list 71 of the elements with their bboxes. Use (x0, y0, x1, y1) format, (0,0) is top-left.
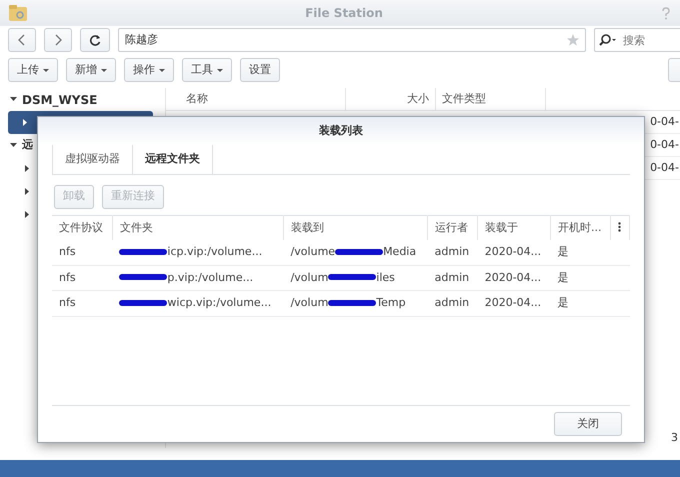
back-button[interactable] (8, 28, 36, 52)
table-cell: 2020-04... (478, 290, 550, 316)
refresh-button[interactable] (80, 28, 110, 52)
folder-path: wicp.vip:/volume... (167, 296, 272, 309)
caret-icon (22, 119, 28, 126)
more-icon[interactable] (618, 222, 622, 232)
table-cell: nfs (52, 265, 112, 290)
column-header[interactable]: 文件类型 (436, 88, 546, 110)
toolbar-button[interactable]: 操作 (124, 58, 174, 82)
toolbar-button[interactable]: 设置 (240, 58, 280, 82)
table-cell-text: 0-04- (650, 114, 679, 130)
mount-path: Media (383, 245, 416, 258)
column-header[interactable]: 运行者 (428, 215, 478, 240)
caret-icon (24, 165, 30, 172)
redaction-mark (119, 248, 168, 255)
tree-item[interactable]: DSM_WYSE (22, 90, 98, 108)
table-cell: 是 (550, 240, 611, 265)
window-title: File Station (304, 5, 384, 22)
column-header[interactable]: 大小 (346, 88, 436, 110)
tab[interactable]: 虚拟驱动器 (53, 145, 133, 174)
redaction-mark (119, 274, 168, 280)
caret-icon (24, 188, 30, 195)
mount-path: iles (376, 270, 395, 284)
table-cell-text: 0-04- (650, 160, 679, 176)
table-cell: nfs (52, 290, 112, 316)
search-icon[interactable] (599, 34, 617, 46)
column-header[interactable]: 名称 (166, 88, 346, 110)
folder-path: p.vip:/volume... (167, 270, 254, 284)
column-header[interactable]: 文件协议 (52, 215, 112, 240)
back-icon (17, 34, 27, 46)
mount-path: /volume (290, 245, 336, 258)
item-count: 3 (670, 430, 679, 446)
folder-path: icp.vip:/volume... (167, 245, 262, 258)
table-cell: 是 (550, 290, 611, 316)
table-cell: admin (428, 265, 478, 290)
folder-icon (8, 4, 28, 22)
toolbar-button[interactable]: 上传 (8, 58, 58, 82)
star-icon[interactable] (567, 34, 579, 46)
toolbar-button[interactable]: 新增 (66, 58, 116, 82)
forward-button[interactable] (44, 28, 72, 52)
table-cell-text: 0-04- (650, 136, 679, 153)
help-icon (660, 6, 672, 20)
search-field[interactable]: 搜索 (594, 28, 680, 52)
table-cell: 2020-04... (478, 240, 550, 265)
toolbar-button[interactable]: 工具 (182, 58, 232, 82)
table-cell: admin (428, 240, 478, 265)
mount-path: /volum (290, 296, 328, 309)
tab[interactable]: 远程文件夹 (133, 145, 213, 174)
close-button[interactable]: 关闭 (554, 412, 622, 436)
tree-item[interactable]: 远 (22, 137, 33, 154)
redaction-mark (328, 274, 376, 280)
column-header[interactable]: 装载于 (478, 215, 550, 240)
redaction-mark (335, 248, 384, 255)
column-header[interactable]: 装载到 (284, 215, 428, 240)
table-cell: 是 (550, 265, 611, 290)
path-field[interactable]: 陈越彦 (118, 28, 586, 52)
mount-path: Temp (376, 296, 406, 309)
dialog-title: 装载列表 (38, 117, 644, 145)
mount-path: /volum (290, 270, 328, 284)
caret-icon (10, 96, 17, 103)
column-header[interactable]: 开机时... (550, 215, 611, 240)
table-cell: nfs (52, 240, 112, 265)
caret-icon (24, 211, 30, 218)
table-cell: admin (428, 290, 478, 316)
forward-icon (53, 34, 63, 46)
column-header[interactable]: 文件夹 (112, 215, 284, 240)
refresh-icon (89, 34, 101, 46)
caret-icon (10, 142, 17, 149)
redaction-mark (328, 300, 376, 306)
table-cell: 2020-04... (478, 265, 550, 290)
redaction-mark (119, 300, 168, 306)
